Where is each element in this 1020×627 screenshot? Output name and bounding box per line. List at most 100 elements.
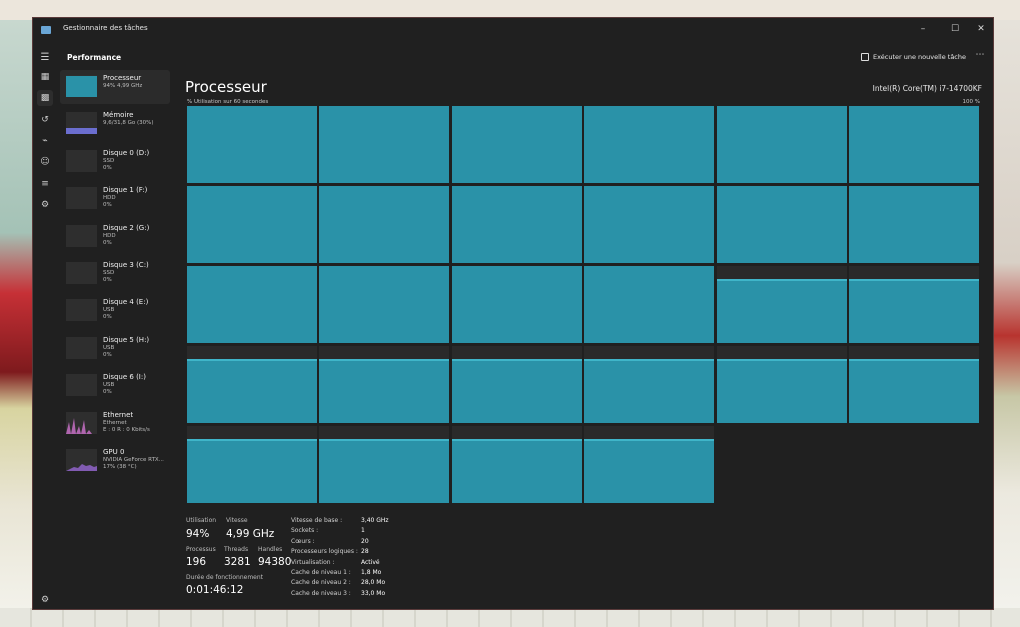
spec-label: Cache de niveau 1 : bbox=[291, 569, 351, 576]
sidebar-thumbnail bbox=[66, 299, 97, 322]
core-usage-line bbox=[584, 359, 715, 362]
core-graph bbox=[716, 106, 847, 183]
core-graph bbox=[319, 426, 450, 503]
graph-max-label: 100 % bbox=[962, 99, 980, 105]
sidebar-item-disque-1-f[interactable]: Disque 1 (F:) HDD 0% bbox=[60, 182, 170, 216]
history-icon[interactable]: ↺ bbox=[37, 112, 53, 128]
spec-label: Cœurs : bbox=[291, 537, 315, 545]
sidebar-item-subtitle: SSD bbox=[103, 157, 115, 164]
sidebar-item-disque-6-i[interactable]: Disque 6 (I:) USB 0% bbox=[60, 369, 170, 403]
core-usage-fill bbox=[319, 106, 450, 183]
core-usage-fill bbox=[584, 361, 715, 423]
sidebar-item-title: Disque 1 (F:) bbox=[103, 186, 148, 195]
sidebar-item-disque-5-h[interactable]: Disque 5 (H:) USB 0% bbox=[60, 332, 170, 366]
spec-value: 33,0 Mo bbox=[361, 589, 386, 597]
sidebar-item-gpu-0[interactable]: GPU 0 NVIDIA GeForce RTX... 17% (38 °C) bbox=[60, 444, 170, 478]
core-graph bbox=[584, 186, 715, 263]
core-usage-fill bbox=[451, 441, 582, 503]
users-icon[interactable]: ☺ bbox=[37, 154, 53, 170]
core-graph bbox=[319, 346, 450, 423]
core-usage-fill bbox=[584, 266, 715, 343]
settings-icon[interactable]: ⚙ bbox=[37, 592, 53, 608]
core-graph bbox=[451, 426, 582, 503]
core-usage-fill bbox=[187, 106, 317, 183]
core-graph bbox=[716, 186, 847, 263]
sidebar-thumbnail bbox=[66, 374, 97, 397]
details-icon[interactable]: ≡ bbox=[37, 176, 53, 192]
header-bar: ☰ Performance Exécuter une nouvelle tâch… bbox=[33, 46, 993, 70]
core-usage-fill bbox=[716, 361, 847, 423]
spec-value: Activé bbox=[361, 558, 380, 566]
performance-icon[interactable]: ▩ bbox=[37, 90, 53, 106]
spec-label: Vitesse de base : bbox=[291, 517, 343, 524]
core-usage-line bbox=[319, 359, 450, 362]
core-graph bbox=[716, 266, 847, 343]
core-graph bbox=[187, 186, 317, 263]
core-graph bbox=[584, 346, 715, 423]
core-graph bbox=[451, 346, 582, 423]
spec-value: 3,40 GHz bbox=[361, 517, 389, 524]
close-button[interactable]: ✕ bbox=[973, 22, 989, 36]
maximize-button[interactable]: ☐ bbox=[947, 22, 963, 36]
cpu-model: Intel(R) Core(TM) i7-14700KF bbox=[872, 84, 982, 93]
core-usage-fill bbox=[716, 186, 847, 263]
sidebar-item-title: Disque 6 (I:) bbox=[103, 373, 146, 382]
desktop-left-strip bbox=[0, 20, 32, 627]
core-usage-fill bbox=[584, 186, 715, 263]
sidebar-item-disque-0-d[interactable]: Disque 0 (D:) SSD 0% bbox=[60, 145, 170, 179]
window-title: Gestionnaire des tâches bbox=[63, 24, 148, 32]
core-usage-fill bbox=[451, 186, 582, 263]
sidebar-thumbnail bbox=[66, 112, 97, 135]
core-graph bbox=[319, 106, 450, 183]
sidebar-item-title: Disque 2 (G:) bbox=[103, 223, 150, 232]
core-usage-fill bbox=[584, 106, 715, 183]
sidebar-item-disque-4-e[interactable]: Disque 4 (E:) USB 0% bbox=[60, 294, 170, 328]
services-icon[interactable]: ⚙ bbox=[37, 197, 53, 213]
utilisation-label: Utilisation bbox=[186, 517, 217, 524]
sidebar-item-disque-3-c[interactable]: Disque 3 (C:) SSD 0% bbox=[60, 257, 170, 291]
processes-icon[interactable]: ▦ bbox=[37, 69, 53, 85]
sidebar-item-title: GPU 0 bbox=[103, 448, 125, 456]
sidebar-item-ethernet[interactable]: Ethernet Ethernet E : 0 R : 0 Kbits/s bbox=[60, 407, 170, 441]
page-title: Processeur bbox=[185, 78, 267, 96]
core-usage-fill bbox=[319, 186, 450, 263]
sidebar-item-detail: 0% bbox=[103, 351, 112, 358]
core-usage-fill bbox=[849, 186, 979, 263]
startup-icon[interactable]: ⌁ bbox=[37, 133, 53, 149]
core-usage-line bbox=[187, 359, 317, 362]
hamburger-icon[interactable]: ☰ bbox=[37, 50, 53, 66]
threads-label: Threads bbox=[224, 546, 249, 553]
core-graph bbox=[584, 266, 715, 343]
title-bar[interactable]: Gestionnaire des tâches – ☐ ✕ bbox=[33, 18, 993, 42]
spec-value: 28 bbox=[361, 548, 369, 556]
core-usage-fill bbox=[716, 281, 847, 343]
sidebar-item-detail: 0% bbox=[103, 202, 112, 209]
core-graph bbox=[849, 266, 979, 343]
core-usage-line bbox=[319, 439, 450, 442]
sidebar-thumbnail bbox=[66, 187, 97, 210]
core-graph bbox=[451, 266, 582, 343]
sidebar-item-processeur[interactable]: Processeur 94% 4,99 GHz bbox=[60, 70, 170, 104]
desktop-right-strip bbox=[994, 20, 1020, 627]
desktop-bottom-strip bbox=[0, 608, 1020, 627]
core-usage-line bbox=[716, 279, 847, 282]
sidebar-item-m-moire[interactable]: Mémoire 9,6/31,8 Go (30%) bbox=[60, 107, 170, 141]
sidebar-item-title: Mémoire bbox=[103, 111, 134, 120]
sidebar-item-subtitle: 9,6/31,8 Go (30%) bbox=[103, 120, 154, 127]
sidebar-item-title: Disque 0 (D:) bbox=[103, 148, 150, 157]
minimize-button[interactable]: – bbox=[915, 22, 931, 36]
core-usage-fill bbox=[319, 266, 450, 343]
processes-value: 196 bbox=[186, 556, 207, 568]
sidebar-item-title: Disque 3 (C:) bbox=[103, 261, 149, 269]
sidebar-item-subtitle: HDD bbox=[103, 195, 116, 202]
sidebar-item-subtitle: NVIDIA GeForce RTX... bbox=[103, 457, 164, 463]
more-options-icon[interactable]: ⋯ bbox=[973, 49, 987, 63]
core-graph bbox=[187, 266, 317, 343]
sidebar-sparkline bbox=[66, 464, 97, 471]
core-usage-line bbox=[849, 359, 979, 362]
run-new-task-button[interactable]: Exécuter une nouvelle tâche bbox=[861, 49, 966, 65]
uptime-value: 0:01:46:12 bbox=[186, 584, 244, 596]
sidebar-item-disque-2-g[interactable]: Disque 2 (G:) HDD 0% bbox=[60, 220, 170, 254]
sidebar-thumbnail bbox=[66, 149, 97, 172]
core-graph bbox=[584, 106, 715, 183]
